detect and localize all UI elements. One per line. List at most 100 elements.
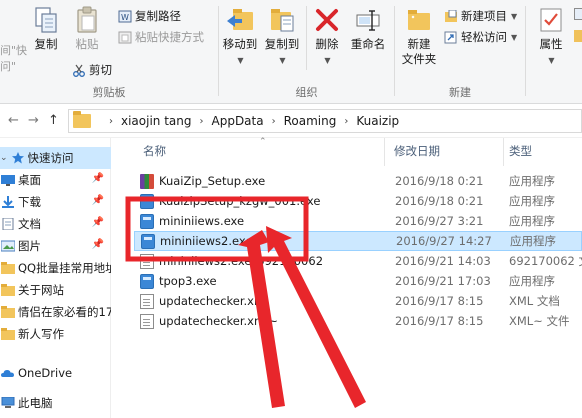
file-name: updatechecker.xml	[159, 294, 269, 308]
new-group-label: 新建	[449, 86, 471, 99]
file-type: 应用程序	[509, 214, 555, 228]
ribbon-separator	[306, 6, 307, 70]
chevron-right-icon[interactable]: ›	[200, 116, 204, 127]
chevron-right-icon[interactable]: ›	[109, 116, 113, 127]
rename-button[interactable]: 重命名	[346, 6, 390, 52]
chevron-down-icon[interactable]: ⌄	[0, 153, 8, 163]
nav-item-folder[interactable]: 关于网站	[0, 279, 111, 301]
column-header-type[interactable]: 类型	[509, 143, 532, 159]
copy-to-button[interactable]: 复制到 ▼	[263, 6, 301, 68]
nav-label: 情侣在家必看的17	[18, 305, 111, 319]
back-arrow-icon[interactable]: ←	[8, 113, 19, 128]
copy-path-button[interactable]: W 复制路径	[118, 8, 181, 24]
file-row[interactable]: mininiiews2.exe_692170062 2016/9/21 14:0…	[134, 251, 582, 271]
nav-item-documents[interactable]: 文档 📌	[0, 213, 111, 235]
pin-icon[interactable]: 📌	[92, 173, 104, 184]
paste-button[interactable]: 粘贴	[72, 6, 102, 52]
file-type: 应用程序	[509, 194, 555, 208]
column-header-date[interactable]: 修改日期	[394, 143, 440, 159]
chevron-down-icon: ▼	[511, 11, 518, 21]
app-icon	[141, 233, 155, 249]
nav-item-folder[interactable]: QQ批量挂常用地址	[0, 257, 111, 279]
file-row[interactable]: mininiiews.exe 2016/9/27 3:21 应用程序	[134, 211, 582, 231]
delete-label: 删除 ▼	[312, 37, 342, 68]
organize-group-label: 组织	[295, 86, 318, 99]
file-date: 2016/9/18 0:21	[395, 174, 484, 188]
breadcrumb-roaming[interactable]: Roaming	[284, 114, 337, 128]
pin-icon[interactable]: 📌	[92, 217, 104, 228]
new-item-button[interactable]: 新建项目 ▼	[444, 8, 517, 24]
breadcrumb-appdata[interactable]: AppData	[212, 114, 264, 128]
copy-label: 复制	[34, 37, 58, 51]
address-bar[interactable]: › xiaojin tang › AppData › Roaming › Kua…	[68, 109, 582, 133]
clipboard-group: 间"快 问" 复制 粘贴 W 复制路径 粘贴快捷方式 剪切 剪贴板	[0, 0, 218, 104]
pin-icon[interactable]: 📌	[92, 195, 104, 206]
paste-shortcut-icon	[118, 31, 132, 44]
file-name: KuaiZip_Setup.exe	[159, 174, 266, 188]
easy-access-button[interactable]: 轻松访问 ▼	[444, 29, 517, 45]
chevron-down-icon: ▼	[324, 56, 331, 65]
file-row[interactable]: updatechecker.xml 2016/9/17 8:15 XML 文档	[134, 291, 582, 311]
copy-button[interactable]: 复制	[31, 6, 61, 52]
paste-shortcut-button[interactable]: 粘贴快捷方式	[118, 29, 204, 45]
doc-icon	[140, 293, 154, 309]
pin-icon[interactable]: 📌	[92, 239, 104, 250]
nav-item-folder[interactable]: 新人写作	[0, 323, 111, 345]
copy-path-icon: W	[118, 10, 132, 23]
pictures-icon	[0, 240, 16, 252]
breadcrumb-kuaizip[interactable]: Kuaizip	[356, 114, 399, 128]
file-row-selected[interactable]: mininiiews2.exe 2016/9/27 14:27 应用程序	[134, 231, 582, 251]
new-item-icon	[444, 9, 458, 23]
rename-label: 重命名	[350, 37, 386, 51]
file-date: 2016/9/17 8:15	[395, 294, 484, 308]
desktop-icon	[1, 174, 15, 186]
new-folder-button[interactable]: 新建 文件夹	[399, 6, 439, 67]
easy-access-icon	[444, 31, 458, 44]
copy-path-label: 复制路径	[135, 9, 181, 23]
column-header-name[interactable]: 名称	[143, 143, 166, 159]
properties-button[interactable]: 属性 ▼	[532, 6, 570, 68]
open-group: 属性 ▼	[526, 0, 582, 104]
forward-arrow-icon[interactable]: →	[28, 113, 39, 128]
doc-icon	[140, 253, 154, 269]
download-icon	[1, 196, 15, 208]
file-list: ⌃ 名称 修改日期 类型 KuaiZip_Setup.exe 2016/9/18…	[122, 137, 582, 418]
cut-button[interactable]: 剪切	[72, 62, 112, 78]
file-type: 应用程序	[510, 234, 556, 248]
folder-icon	[1, 262, 15, 274]
column-divider[interactable]	[384, 138, 385, 166]
nav-item-onedrive[interactable]: OneDrive	[0, 362, 111, 384]
delete-button[interactable]: 删除 ▼	[312, 6, 342, 68]
up-arrow-icon[interactable]: ↑	[48, 113, 59, 128]
nav-label: 新人写作	[18, 327, 64, 341]
file-name: KuaizipSetup_kzgw_001.exe	[159, 194, 321, 208]
chevron-down-icon: ▼	[511, 32, 518, 42]
documents-icon	[1, 217, 15, 231]
nav-item-desktop[interactable]: 桌面 📌	[0, 169, 111, 191]
sort-caret-icon: ⌃	[259, 137, 267, 147]
nav-item-pictures[interactable]: 图片 📌	[0, 235, 111, 257]
nav-item-downloads[interactable]: 下载 📌	[0, 191, 111, 213]
file-date: 2016/9/18 0:21	[395, 194, 484, 208]
file-row[interactable]: updatechecker.xml~ 2016/9/17 8:15 XML~ 文…	[134, 311, 582, 331]
nav-item-quick-access[interactable]: ⌄ 快速访问	[0, 147, 111, 169]
nav-item-this-pc[interactable]: 此电脑	[0, 392, 111, 414]
nav-item-folder[interactable]: 情侣在家必看的17	[0, 301, 111, 323]
chevron-right-icon[interactable]: ›	[272, 116, 276, 127]
file-row[interactable]: tpop3.exe 2016/9/21 17:03 应用程序	[134, 271, 582, 291]
ribbon: 间"快 问" 复制 粘贴 W 复制路径 粘贴快捷方式 剪切 剪贴板 移动到 ▼ …	[0, 0, 582, 104]
partial-label-1: 间"快	[0, 44, 28, 57]
open-small-icon[interactable]	[574, 8, 582, 20]
edit-small-icon[interactable]	[574, 30, 582, 42]
file-row[interactable]: KuaiZip_Setup.exe 2016/9/18 0:21 应用程序	[134, 171, 582, 191]
column-divider[interactable]	[503, 138, 504, 166]
chevron-right-icon[interactable]: ›	[344, 116, 348, 127]
nav-label: 关于网站	[18, 283, 64, 297]
file-type: 应用程序	[509, 274, 555, 288]
move-to-button[interactable]: 移动到 ▼	[221, 6, 259, 68]
file-row[interactable]: KuaizipSetup_kzgw_001.exe 2016/9/18 0:21…	[134, 191, 582, 211]
folder-icon	[73, 111, 91, 128]
new-folder-label: 新建 文件夹	[399, 37, 439, 67]
breadcrumb-user[interactable]: xiaojin tang	[121, 114, 192, 128]
navigation-pane: ⌄ 快速访问 桌面 📌 下载 📌 文档 📌 图片 📌 QQ批量挂常用地址 关于网…	[0, 138, 111, 418]
